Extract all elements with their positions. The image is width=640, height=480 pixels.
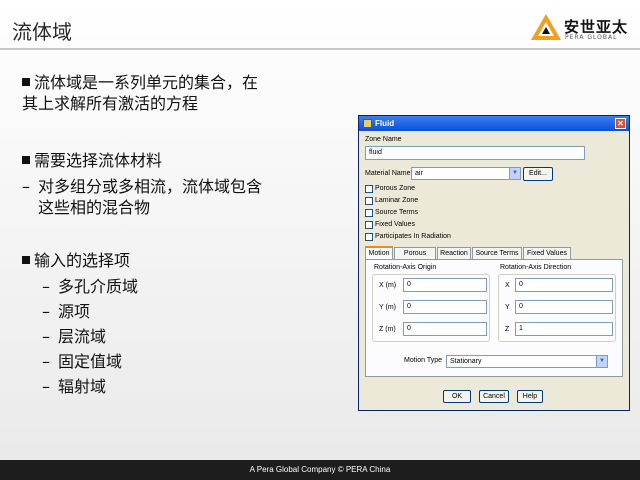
sub-bullet-radiation: – 辐射域 [42,376,342,397]
sub-bullet-text: 层流域 [58,327,107,346]
ok-button[interactable]: OK [443,390,471,403]
company-logo: 安世亚太 PERA GLOBAL [530,12,630,46]
square-bullet-icon [22,78,30,86]
origin-y-label: Y (m) [379,304,396,311]
laminar-zone-checkbox[interactable] [365,197,373,205]
material-name-label: Material Name [365,170,411,177]
material-value: air [415,170,423,177]
bullet-text-continued: 其上求解所有激活的方程 [22,94,199,113]
sub-bullet-fixed: – 固定值域 [42,351,342,372]
origin-group-title: Rotation-Axis Origin [374,264,437,271]
tab-fixed-values[interactable]: Fixed Values [523,247,571,259]
tab-reaction[interactable]: Reaction [437,247,471,259]
sub-bullet-laminar: – 层流域 [42,326,342,347]
cancel-button[interactable]: Cancel [479,390,509,403]
direction-z-label: Z [505,326,510,333]
direction-z-input[interactable]: 1 [515,322,613,336]
square-bullet-icon [22,156,30,164]
origin-z-input[interactable]: 0 [403,322,487,336]
sub-bullet-text: 多孔介质域 [58,277,139,296]
tab-motion[interactable]: Motion [365,246,393,260]
help-button[interactable]: Help [517,390,543,403]
dash-bullet-icon: – [42,377,50,396]
footer: A Pera Global Company © PERA China [0,460,640,480]
origin-x-input[interactable]: 0 [403,278,487,292]
chevron-down-icon[interactable]: ▼ [509,168,520,179]
bullet-text: 流体域是一系列单元的集合，在 [34,73,259,92]
motion-panel: Rotation-Axis Origin X (m) 0 Y (m) 0 Z (… [365,259,623,377]
slide-title: 流体域 [12,20,72,44]
origin-x-label: X (m) [379,282,397,289]
dash-bullet-icon: – [42,352,50,371]
edit-button[interactable]: Edit... [523,167,553,181]
sub-bullet-text: 对多组分或多相流，流体域包含 [38,177,263,196]
square-bullet-icon [22,256,30,264]
chevron-down-icon[interactable]: ▼ [596,356,607,367]
porous-zone-label: Porous Zone [375,185,416,192]
material-select[interactable]: air ▼ [411,167,521,180]
source-terms-checkbox[interactable] [365,209,373,217]
origin-z-label: Z (m) [379,326,396,333]
direction-y-label: Y [505,304,510,311]
laminar-zone-label: Laminar Zone [375,197,419,204]
sub-bullet-porous: – 多孔介质域 [42,276,342,297]
dialog-titlebar[interactable]: Fluid ✕ [359,116,629,131]
logo-subtext: PERA GLOBAL [565,34,618,41]
bullet-text: 输入的选择项 [34,251,131,270]
zone-name-label: Zone Name [365,136,402,143]
dash-bullet-icon: – [42,327,50,346]
motion-type-label: Motion Type [404,357,443,364]
direction-x-label: X [505,282,510,289]
direction-y-input[interactable]: 0 [515,300,613,314]
direction-group: X 0 Y 0 Z 1 [498,274,616,342]
direction-x-input[interactable]: 0 [515,278,613,292]
tab-porous-zone[interactable]: Porous Zone [394,247,436,268]
radiation-label: Participates In Radiation [375,233,451,240]
bullet-material: 需要选择流体材料 [22,150,342,171]
sub-bullet-source: – 源项 [42,301,342,322]
motion-type-select[interactable]: Stationary ▼ [446,355,608,368]
fluid-dialog: Fluid ✕ Zone Name fluid Material Name ai… [358,115,630,411]
motion-type-value: Stationary [450,358,482,365]
title-divider [0,48,640,50]
tab-source-terms[interactable]: Source Terms [472,247,522,259]
sub-bullet-text-continued: 这些相的混合物 [38,198,151,217]
direction-group-title: Rotation-Axis Direction [500,264,572,271]
source-terms-label: Source Terms [375,209,419,216]
zone-name-input[interactable]: fluid [365,146,585,160]
triangle-logo-icon [531,14,561,40]
window-icon [363,119,372,128]
zone-tabs: Motion Porous Zone Reaction Source Terms… [365,246,623,268]
dash-bullet-icon: – [22,177,30,196]
sub-bullet-text: 固定值域 [58,352,123,371]
close-icon[interactable]: ✕ [615,118,626,129]
porous-zone-checkbox[interactable] [365,185,373,193]
bullet-fluid-domain: 流体域是一系列单元的集合，在 其上求解所有激活的方程 [22,72,342,114]
dialog-title: Fluid [375,119,395,128]
dash-bullet-icon: – [42,277,50,296]
origin-y-input[interactable]: 0 [403,300,487,314]
fixed-values-label: Fixed Values [375,221,415,228]
origin-group: X (m) 0 Y (m) 0 Z (m) 0 [372,274,490,342]
sub-bullet-text: 辐射域 [58,377,107,396]
bullet-options: 输入的选择项 [22,250,342,271]
dash-bullet-icon: – [42,302,50,321]
sub-bullet-text: 源项 [58,302,91,321]
bullet-text: 需要选择流体材料 [34,151,163,170]
fixed-values-checkbox[interactable] [365,221,373,229]
radiation-checkbox[interactable] [365,233,373,241]
sub-bullet-multiphase: – 对多组分或多相流，流体域包含 这些相的混合物 [22,176,342,218]
